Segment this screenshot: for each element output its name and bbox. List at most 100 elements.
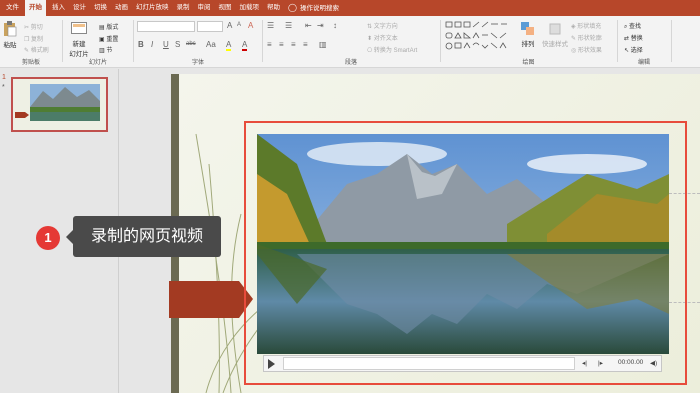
smartart-label: 转换为 SmartArt	[373, 48, 418, 54]
tab-addins[interactable]: 加载项	[236, 0, 264, 16]
select-label: 选择	[630, 48, 643, 54]
shape-outline-label: 形状轮廓	[577, 36, 602, 42]
tab-insert[interactable]: 插入	[48, 0, 69, 16]
quick-styles-icon	[549, 23, 561, 35]
shapes-gallery[interactable]	[445, 21, 513, 53]
brush-icon: ✎	[24, 48, 31, 54]
shape-effects-button[interactable]: ◎ 形状效果	[571, 45, 602, 54]
italic-button[interactable]: I	[151, 40, 153, 49]
font-color-button[interactable]: A	[242, 40, 248, 51]
smartart-button[interactable]: ⎔ 转换为 SmartArt	[367, 45, 417, 54]
reset-label: 重置	[106, 37, 119, 43]
new-slide-button[interactable]: 新建 幻灯片	[66, 22, 92, 58]
shape-effects-label: 形状效果	[577, 48, 602, 54]
lightbulb-icon: ◯	[288, 3, 297, 12]
clipboard-group: 粘贴 ✂ 剪切 ❐ 复制 ✎ 格式刷 剪贴板	[0, 18, 62, 66]
shape-fill-button[interactable]: ◈ 形状填充	[571, 21, 601, 30]
callout-tooltip: 录制的网页视频	[66, 216, 221, 257]
arrow-shape[interactable]	[169, 281, 253, 318]
text-direction-button[interactable]: ⇅ 文字方向	[367, 21, 398, 30]
cut-button[interactable]: ✂ 剪切	[24, 22, 43, 31]
tab-view[interactable]: 视图	[215, 0, 236, 16]
play-icon[interactable]	[268, 359, 275, 369]
smartart-icon: ⎔	[367, 48, 374, 54]
bold-button[interactable]: B	[138, 40, 144, 49]
decrease-indent-icon[interactable]: ⇤	[305, 21, 312, 30]
shape-fill-label: 形状填充	[577, 24, 602, 30]
tell-me-label: 操作说明搜索	[299, 5, 339, 12]
tell-me-search[interactable]: ◯ 操作说明搜索	[284, 0, 343, 16]
underline-button[interactable]: U	[163, 40, 169, 49]
tab-transitions[interactable]: 切换	[90, 0, 111, 16]
tab-help[interactable]: 帮助	[263, 0, 284, 16]
effects-icon: ◎	[571, 48, 578, 54]
step-badge: 1	[36, 226, 60, 250]
tab-file[interactable]: 文件	[2, 0, 23, 16]
editing-group: ⌕ 查找 ⇄ 替换 ↖ 选择 编辑	[618, 18, 670, 66]
clear-format-icon[interactable]: A	[248, 21, 253, 30]
reset-button[interactable]: ▣ 重置	[99, 34, 118, 43]
paste-button[interactable]: 粘贴	[2, 21, 18, 49]
slide-thumbnail-1[interactable]	[11, 77, 108, 132]
line-spacing-icon[interactable]: ↕	[333, 21, 337, 30]
format-painter-button[interactable]: ✎ 格式刷	[24, 45, 49, 54]
video-poster[interactable]	[257, 134, 669, 354]
change-case-button[interactable]: Aa	[206, 40, 216, 49]
format-painter-label: 格式刷	[30, 48, 49, 54]
drawing-group-label: 绘图	[522, 60, 535, 66]
numbering-icon[interactable]: ☰	[285, 21, 292, 30]
replace-button[interactable]: ⇄ 替换	[624, 33, 643, 42]
step-back-icon[interactable]: ◂|	[582, 359, 587, 367]
tab-slideshow[interactable]: 幻灯片放映	[132, 0, 173, 16]
increase-indent-icon[interactable]: ⇥	[317, 21, 324, 30]
drawing-group: 排列 快速样式 ◈ 形状填充 ✎ 形状轮廓 ◎ 形状效果 绘图	[441, 18, 616, 66]
justify-icon[interactable]: ≡	[303, 40, 308, 49]
section-button[interactable]: ▥ 节	[99, 45, 112, 54]
copy-label: 复制	[31, 37, 44, 43]
slides-group: 新建 幻灯片 ▤ 版式 ▣ 重置 ▥ 节 幻灯片	[63, 18, 133, 66]
shrink-font-icon[interactable]: A	[237, 22, 241, 28]
align-right-icon[interactable]: ≡	[291, 40, 296, 49]
slide-number: 1	[2, 74, 6, 81]
select-button[interactable]: ↖ 选择	[624, 45, 643, 54]
editing-group-label: 编辑	[637, 60, 650, 66]
bullets-icon[interactable]: ☰	[267, 21, 274, 30]
highlight-button[interactable]: A	[226, 40, 232, 51]
scissors-icon: ✂	[24, 25, 31, 31]
time-display: 00:00.00	[618, 359, 644, 366]
seek-bar[interactable]	[283, 357, 575, 370]
align-center-icon[interactable]: ≡	[279, 40, 284, 49]
ribbon-tab-bar: 文件 开始 插入 设计 切换 动画 幻灯片放映 录制 审阅 视图 加载项 帮助 …	[0, 0, 700, 16]
copy-icon: ❐	[24, 37, 32, 43]
clipboard-group-label: 剪贴板	[21, 60, 40, 66]
font-name-dropdown[interactable]	[137, 21, 195, 32]
align-left-icon[interactable]: ≡	[267, 40, 272, 49]
step-forward-icon[interactable]: |▸	[598, 359, 603, 367]
tab-review[interactable]: 审阅	[194, 0, 215, 16]
arrange-button[interactable]: 排列	[517, 22, 539, 48]
tab-design[interactable]: 设计	[69, 0, 90, 16]
quick-styles-button[interactable]: 快速样式	[541, 22, 569, 48]
ribbon-separator	[671, 20, 672, 62]
find-button[interactable]: ⌕ 查找	[624, 21, 641, 31]
tab-home[interactable]: 开始	[25, 0, 46, 16]
align-text-button[interactable]: ⬍ 对齐文本	[367, 33, 398, 42]
layout-button[interactable]: ▤ 版式	[99, 22, 118, 31]
font-group: A A A B I U S abc Aa A A 字体	[134, 18, 262, 66]
tab-record[interactable]: 录制	[173, 0, 194, 16]
shadow-button[interactable]: S	[175, 40, 180, 49]
columns-icon[interactable]: ▥	[319, 40, 327, 49]
replace-label: 替换	[630, 36, 643, 42]
shape-outline-button[interactable]: ✎ 形状轮廓	[571, 33, 602, 42]
grow-font-icon[interactable]: A	[227, 21, 232, 30]
font-size-dropdown[interactable]	[197, 21, 223, 32]
new-slide-icon	[71, 22, 87, 34]
text-direction-icon: ⇅	[367, 24, 374, 30]
strikethrough-button[interactable]: abc	[186, 41, 196, 47]
font-group-label: 字体	[191, 60, 204, 66]
text-direction-label: 文字方向	[373, 24, 398, 30]
section-label: 节	[106, 48, 113, 54]
tab-animations[interactable]: 动画	[111, 0, 132, 16]
copy-button[interactable]: ❐ 复制	[24, 34, 43, 43]
volume-icon[interactable]: ◀)	[650, 359, 657, 367]
